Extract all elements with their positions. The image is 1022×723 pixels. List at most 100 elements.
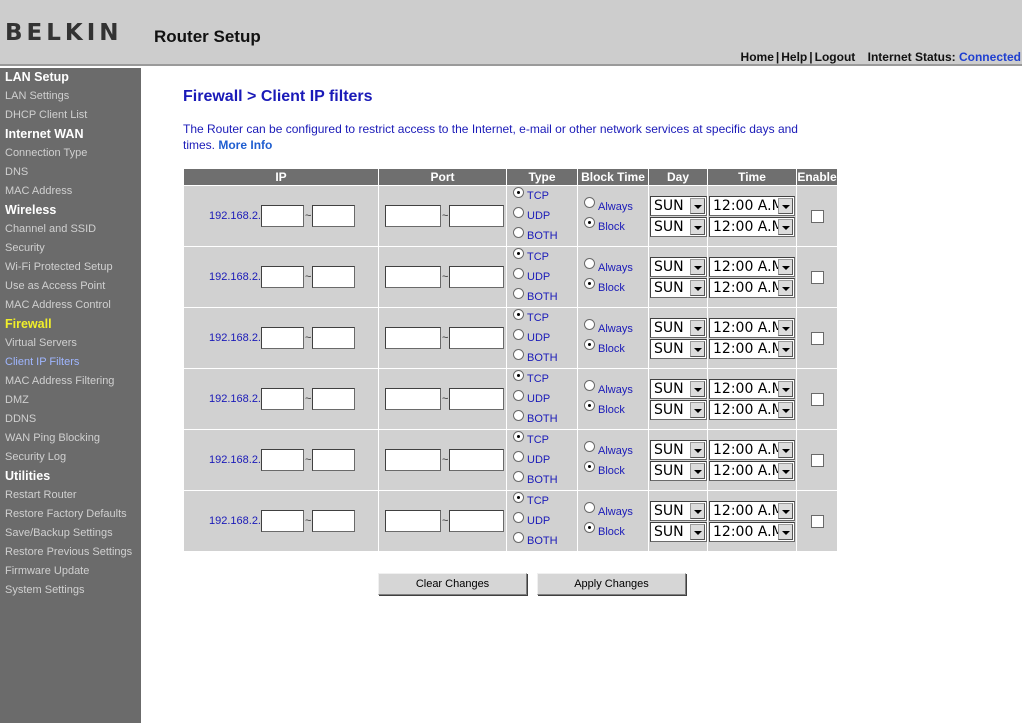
enable-checkbox[interactable] <box>810 514 824 528</box>
port-start-input[interactable] <box>385 510 441 532</box>
time-start-select[interactable]: 12:00 A.M. <box>709 256 795 277</box>
type-radio-udp[interactable] <box>513 267 524 279</box>
time-start-select[interactable]: 12:00 A.M. <box>709 195 795 216</box>
block-radio-block[interactable] <box>584 278 595 290</box>
time-end-select[interactable]: 12:00 A.M. <box>709 277 795 298</box>
day-end-select[interactable]: SUN <box>650 277 707 298</box>
port-end-input[interactable] <box>449 327 505 349</box>
day-start-select[interactable]: SUN <box>650 317 707 338</box>
day-end-select[interactable]: SUN <box>650 399 707 420</box>
port-end-input[interactable] <box>449 205 505 227</box>
more-info-link[interactable]: More Info <box>218 138 272 152</box>
sidebar-item-18[interactable]: DDNS <box>0 410 141 429</box>
ip-end-input[interactable] <box>312 327 356 349</box>
port-start-input[interactable] <box>385 449 441 471</box>
block-radio-block[interactable] <box>584 461 595 473</box>
sidebar-item-24[interactable]: Save/Backup Settings <box>0 524 141 543</box>
sidebar-item-12[interactable]: MAC Address Control <box>0 296 141 315</box>
sidebar-item-5[interactable]: DNS <box>0 163 141 182</box>
type-radio-udp[interactable] <box>513 389 524 401</box>
sidebar-item-17[interactable]: DMZ <box>0 391 141 410</box>
sidebar-item-2[interactable]: DHCP Client List <box>0 106 141 125</box>
time-end-select[interactable]: 12:00 A.M. <box>709 460 795 481</box>
day-end-select[interactable]: SUN <box>650 338 707 359</box>
sidebar-item-20[interactable]: Security Log <box>0 448 141 467</box>
sidebar-item-1[interactable]: LAN Settings <box>0 87 141 106</box>
type-radio-tcp[interactable] <box>513 247 524 259</box>
day-start-select[interactable]: SUN <box>650 378 707 399</box>
block-radio-always[interactable] <box>584 441 595 453</box>
port-end-input[interactable] <box>449 510 505 532</box>
home-link[interactable]: Home <box>741 50 774 64</box>
ip-end-input[interactable] <box>312 266 356 288</box>
sidebar-item-16[interactable]: MAC Address Filtering <box>0 372 141 391</box>
port-end-input[interactable] <box>449 388 505 410</box>
block-radio-block[interactable] <box>584 339 595 351</box>
time-end-select[interactable]: 12:00 A.M. <box>709 338 795 359</box>
enable-checkbox[interactable] <box>810 392 824 406</box>
sidebar-item-26[interactable]: Firmware Update <box>0 562 141 581</box>
ip-start-input[interactable] <box>261 327 304 349</box>
sidebar-item-15[interactable]: Client IP Filters <box>0 353 141 372</box>
sidebar-item-9[interactable]: Security <box>0 239 141 258</box>
clear-changes-button[interactable]: Clear Changes <box>378 573 527 595</box>
sidebar-item-19[interactable]: WAN Ping Blocking <box>0 429 141 448</box>
time-start-select[interactable]: 12:00 A.M. <box>709 317 795 338</box>
block-radio-block[interactable] <box>584 522 595 534</box>
block-radio-block[interactable] <box>584 400 595 412</box>
type-radio-udp[interactable] <box>513 511 524 523</box>
sidebar-item-11[interactable]: Use as Access Point <box>0 277 141 296</box>
port-start-input[interactable] <box>385 327 441 349</box>
type-radio-tcp[interactable] <box>513 186 524 198</box>
ip-end-input[interactable] <box>312 388 356 410</box>
day-end-select[interactable]: SUN <box>650 216 707 237</box>
type-radio-tcp[interactable] <box>513 369 524 381</box>
time-end-select[interactable]: 12:00 A.M. <box>709 399 795 420</box>
day-end-select[interactable]: SUN <box>650 521 707 542</box>
type-radio-tcp[interactable] <box>513 430 524 442</box>
port-end-input[interactable] <box>449 266 505 288</box>
ip-start-input[interactable] <box>261 388 304 410</box>
time-start-select[interactable]: 12:00 A.M. <box>709 439 795 460</box>
sidebar-item-14[interactable]: Virtual Servers <box>0 334 141 353</box>
time-start-select[interactable]: 12:00 A.M. <box>709 378 795 399</box>
ip-end-input[interactable] <box>312 449 356 471</box>
time-start-select[interactable]: 12:00 A.M. <box>709 500 795 521</box>
day-start-select[interactable]: SUN <box>650 195 707 216</box>
logout-link[interactable]: Logout <box>815 50 856 64</box>
ip-start-input[interactable] <box>261 266 304 288</box>
port-end-input[interactable] <box>449 449 505 471</box>
day-start-select[interactable]: SUN <box>650 256 707 277</box>
type-radio-udp[interactable] <box>513 206 524 218</box>
enable-checkbox[interactable] <box>810 270 824 284</box>
sidebar-item-23[interactable]: Restore Factory Defaults <box>0 505 141 524</box>
enable-checkbox[interactable] <box>810 331 824 345</box>
ip-end-input[interactable] <box>312 510 356 532</box>
time-end-select[interactable]: 12:00 A.M. <box>709 216 795 237</box>
type-radio-both[interactable] <box>513 348 524 360</box>
day-start-select[interactable]: SUN <box>650 439 707 460</box>
help-link[interactable]: Help <box>781 50 807 64</box>
ip-start-input[interactable] <box>261 510 304 532</box>
block-radio-always[interactable] <box>584 319 595 331</box>
block-radio-always[interactable] <box>584 502 595 514</box>
enable-checkbox[interactable] <box>810 453 824 467</box>
block-radio-always[interactable] <box>584 258 595 270</box>
sidebar-item-22[interactable]: Restart Router <box>0 486 141 505</box>
sidebar-item-8[interactable]: Channel and SSID <box>0 220 141 239</box>
type-radio-tcp[interactable] <box>513 308 524 320</box>
ip-start-input[interactable] <box>261 449 304 471</box>
day-end-select[interactable]: SUN <box>650 460 707 481</box>
port-start-input[interactable] <box>385 266 441 288</box>
type-radio-both[interactable] <box>513 409 524 421</box>
day-start-select[interactable]: SUN <box>650 500 707 521</box>
sidebar-item-27[interactable]: System Settings <box>0 581 141 600</box>
type-radio-both[interactable] <box>513 531 524 543</box>
sidebar-item-6[interactable]: MAC Address <box>0 182 141 201</box>
ip-start-input[interactable] <box>261 205 304 227</box>
block-radio-always[interactable] <box>584 197 595 209</box>
ip-end-input[interactable] <box>312 205 356 227</box>
time-end-select[interactable]: 12:00 A.M. <box>709 521 795 542</box>
sidebar-item-4[interactable]: Connection Type <box>0 144 141 163</box>
block-radio-block[interactable] <box>584 217 595 229</box>
